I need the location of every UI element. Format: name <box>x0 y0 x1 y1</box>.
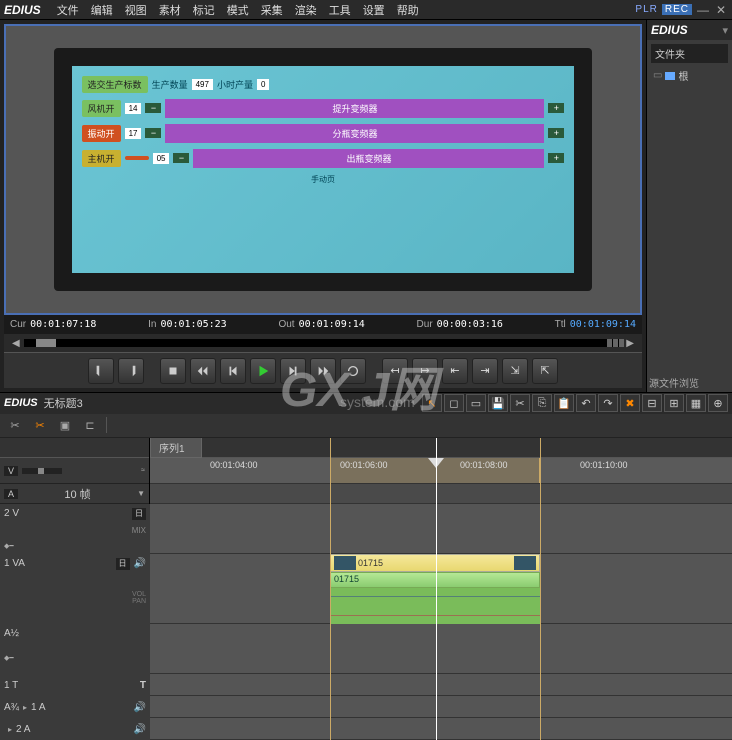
preview-pane: 选交生产标数 生产数量 497 小时产量 0 风机开 14 − 提升变频器 + <box>0 20 646 392</box>
menu-clip[interactable]: 素材 <box>153 2 187 18</box>
tc-dur[interactable]: 00:00:03:16 <box>437 319 503 330</box>
sequence-tab[interactable]: 序列1 <box>150 438 202 458</box>
tc-ttl[interactable]: 00:01:09:14 <box>570 319 636 330</box>
menu-settings[interactable]: 设置 <box>357 2 391 18</box>
mark-in-button[interactable] <box>88 358 114 384</box>
timeline-logo: EDIUS <box>4 397 38 409</box>
track-2a-header[interactable]: ▸ 2 A 🔊 <box>0 718 150 740</box>
prev-edit-button[interactable]: ↤ <box>382 358 408 384</box>
step-back-button[interactable] <box>220 358 246 384</box>
app-logo: EDIUS <box>4 3 41 17</box>
close-button[interactable]: ✕ <box>714 3 728 17</box>
playhead[interactable] <box>436 438 437 740</box>
folder-icon <box>665 72 675 80</box>
seek-bar[interactable]: ◀ ▶ <box>4 334 642 352</box>
v-header[interactable]: V <box>4 466 18 476</box>
menu-view[interactable]: 视图 <box>119 2 153 18</box>
menu-tools[interactable]: 工具 <box>323 2 357 18</box>
preview-viewport[interactable]: 选交生产标数 生产数量 497 小时产量 0 风机开 14 − 提升变频器 + <box>4 24 642 315</box>
track-2v-header[interactable]: 2 V 日 MIX ◆━ <box>0 504 150 554</box>
tool-trim[interactable]: ⊞ <box>664 394 684 412</box>
tc-cur[interactable]: 00:01:07:18 <box>30 319 96 330</box>
tool-delete[interactable]: ✖ <box>620 394 640 412</box>
rec-tag: REC <box>662 4 692 15</box>
timecode-bar: Cur00:01:07:18 In00:01:05:23 Out00:01:09… <box>4 315 642 334</box>
track-a12-header[interactable]: A½ ◆━ <box>0 624 150 674</box>
goto-out-button[interactable]: ⇱ <box>532 358 558 384</box>
tool-ripple[interactable]: ⊟ <box>642 394 662 412</box>
timeline-canvas[interactable]: 序列1 00:01:04:00 00:01:06:00 00:01:08:00 … <box>150 438 732 740</box>
tool-cursor[interactable]: ↖ <box>422 394 442 412</box>
tool-redo[interactable]: ↷ <box>598 394 618 412</box>
step-fwd-button[interactable] <box>280 358 306 384</box>
insert-button[interactable]: ⇤ <box>442 358 468 384</box>
a-header[interactable]: A <box>4 489 18 499</box>
source-browser-tab[interactable]: 源文件浏览 <box>647 373 732 392</box>
tool-zoom[interactable]: ⊕ <box>708 394 728 412</box>
minimize-button[interactable]: — <box>696 3 710 17</box>
mark-out-button[interactable] <box>118 358 144 384</box>
mode-multi-icon[interactable]: ▣ <box>54 415 76 435</box>
loop-button[interactable] <box>340 358 366 384</box>
tool-new[interactable]: ◻ <box>444 394 464 412</box>
track-1va-header[interactable]: 1 VA 日 🔊 VOLPAN <box>0 554 150 624</box>
rewind-button[interactable] <box>190 358 216 384</box>
tc-in[interactable]: 00:01:05:23 <box>160 319 226 330</box>
tool-open[interactable]: ▭ <box>466 394 486 412</box>
transport-controls: ↤ ↦ ⇤ ⇥ ⇲ ⇱ <box>4 352 642 388</box>
v-zoom-slider[interactable] <box>22 468 62 474</box>
tool-cut[interactable]: ✂ <box>510 394 530 412</box>
audio-clip[interactable]: 01715 <box>330 572 540 588</box>
overwrite-button[interactable]: ⇥ <box>472 358 498 384</box>
menubar: EDIUS 文件 编辑 视图 素材 标记 模式 采集 渲染 工具 设置 帮助 P… <box>0 0 732 20</box>
time-ruler[interactable]: 00:01:04:00 00:01:06:00 00:01:08:00 00:0… <box>150 458 732 484</box>
fastfwd-button[interactable] <box>310 358 336 384</box>
goto-in-button[interactable]: ⇲ <box>502 358 528 384</box>
side-logo: EDIUS <box>651 23 688 37</box>
tool-undo[interactable]: ↶ <box>576 394 596 412</box>
track-a34-header[interactable]: A¾ ▸ 1 A 🔊 <box>0 696 150 718</box>
menu-help[interactable]: 帮助 <box>391 2 425 18</box>
menu-mode[interactable]: 模式 <box>221 2 255 18</box>
folder-root[interactable]: ▭ 根 <box>651 67 728 84</box>
menu-capture[interactable]: 采集 <box>255 2 289 18</box>
menu-render[interactable]: 渲染 <box>289 2 323 18</box>
mode-normal-icon[interactable]: ✂ <box>4 415 26 435</box>
tool-paste[interactable]: 📋 <box>554 394 574 412</box>
timeline-panel: EDIUS 无标题3 ↖ ◻ ▭ 💾 ✂ ⎘ 📋 ↶ ↷ ✖ ⊟ ⊞ ▦ ⊕ ✂… <box>0 392 732 740</box>
tool-save[interactable]: 💾 <box>488 394 508 412</box>
tc-out[interactable]: 00:01:09:14 <box>299 319 365 330</box>
menu-edit[interactable]: 编辑 <box>85 2 119 18</box>
tool-copy[interactable]: ⎘ <box>532 394 552 412</box>
tool-render[interactable]: ▦ <box>686 394 706 412</box>
snap-icon[interactable]: ⊏ <box>79 415 101 435</box>
project-name: 无标题3 <box>44 395 83 411</box>
video-clip[interactable]: 01715 <box>330 554 540 572</box>
side-menu-icon[interactable]: ▾ <box>722 24 728 37</box>
hmi-header: 选交生产标数 <box>82 76 148 93</box>
menu-file[interactable]: 文件 <box>51 2 85 18</box>
folder-header: 文件夹 <box>651 44 728 63</box>
play-button[interactable] <box>250 358 276 384</box>
next-edit-button[interactable]: ↦ <box>412 358 438 384</box>
plr-tag: PLR <box>635 4 657 15</box>
menu-marker[interactable]: 标记 <box>187 2 221 18</box>
track-1t-header[interactable]: 1 T T <box>0 674 150 696</box>
stop-button[interactable] <box>160 358 186 384</box>
collapse-icon[interactable]: ≈ <box>141 467 145 474</box>
mode-trim-icon[interactable]: ✂ <box>29 415 51 435</box>
bin-panel: EDIUS ▾ 文件夹 ▭ 根 源文件浏览 <box>646 20 732 392</box>
